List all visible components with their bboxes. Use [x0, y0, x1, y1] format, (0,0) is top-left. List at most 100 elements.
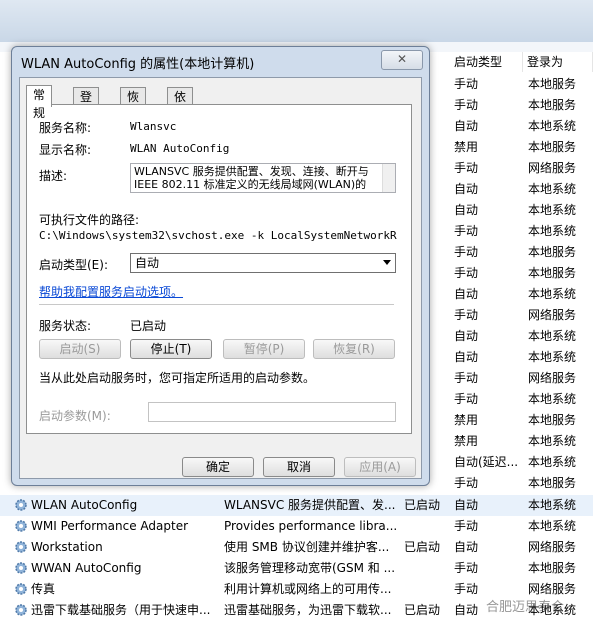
- start-params-label: 启动参数(M):: [39, 409, 111, 423]
- logon-cell: 本地系统: [528, 519, 577, 533]
- service-name-cell: Workstation: [31, 540, 103, 554]
- startup-type-cell: 自动: [454, 287, 479, 301]
- description-cell: 迅雷基础服务，为迅雷下载软...: [224, 603, 392, 617]
- startup-type-cell: 禁用: [454, 140, 479, 154]
- pause-button[interactable]: 暂停(P): [223, 339, 305, 359]
- startup-type-cell: 自动: [454, 498, 479, 512]
- startup-type-value: 自动: [135, 256, 160, 270]
- startup-type-select[interactable]: 自动: [130, 253, 396, 273]
- startup-type-cell: 手动: [454, 161, 479, 175]
- logon-cell: 本地服务: [528, 98, 577, 112]
- startup-type-cell: 手动: [454, 245, 479, 259]
- startup-type-cell: 手动: [454, 371, 479, 385]
- startup-type-cell: 禁用: [454, 434, 479, 448]
- description-cell: Provides performance libra...: [224, 519, 396, 533]
- logon-cell: 本地系统: [528, 203, 577, 217]
- display-name-label: 显示名称:: [39, 143, 92, 157]
- description-scrollbar[interactable]: [382, 164, 395, 192]
- logon-cell: 本地服务: [528, 561, 577, 575]
- logon-cell: 本地系统: [528, 119, 577, 133]
- start-button[interactable]: 启动(S): [39, 339, 121, 359]
- table-row[interactable]: WLAN AutoConfig WLANSVC 服务提供配置、发... 已启动 自动 本…: [0, 495, 593, 516]
- logon-cell: 本地服务: [528, 266, 577, 280]
- description-cell: 利用计算机或网络上的可用传...: [224, 582, 392, 596]
- divider: [39, 304, 394, 305]
- service-name-label: 服务名称:: [39, 121, 92, 135]
- logon-cell: 网络服务: [528, 371, 577, 385]
- status-label: 服务状态:: [39, 319, 92, 333]
- logon-cell: 网络服务: [528, 161, 577, 175]
- logon-cell: 本地系统: [528, 455, 577, 469]
- status-cell: 已启动: [404, 603, 441, 617]
- start-params-input[interactable]: [148, 402, 396, 422]
- logon-cell: 本地系统: [528, 224, 577, 238]
- gear-icon: [15, 541, 27, 553]
- service-name-cell: 迅雷下载基础服务（用于快速申...: [31, 603, 211, 617]
- logon-cell: 网络服务: [528, 308, 577, 322]
- logon-cell: 本地系统: [528, 434, 577, 448]
- dialog-client: 常规 登录 恢复 依存关系 服务名称: Wlansvc 显示名称: WLAN A…: [19, 77, 422, 479]
- logon-cell: 本地服务: [528, 77, 577, 91]
- watermark: 合肥迈思泰合: [486, 600, 565, 615]
- exe-path-value: C:\Windows\system32\svchost.exe -k Local…: [39, 229, 397, 242]
- description-text: WLANSVC 服务提供配置、发现、连接、断开与 IEEE 802.11 标准定…: [134, 165, 369, 191]
- dialog-title: WLAN AutoConfig 的属性(本地计算机): [21, 57, 255, 72]
- ok-button[interactable]: 确定: [182, 457, 254, 477]
- startup-type-cell: 手动: [454, 77, 479, 91]
- description-cell: 使用 SMB 协议创建并维护客...: [224, 540, 390, 554]
- gear-icon: [15, 520, 27, 532]
- column-header-logon-as[interactable]: 登录为: [523, 52, 593, 72]
- tab-general[interactable]: 常规: [26, 85, 53, 120]
- cancel-button[interactable]: 取消: [263, 457, 335, 477]
- logon-cell: 本地服务: [528, 245, 577, 259]
- logon-cell: 本地系统: [528, 287, 577, 301]
- close-button[interactable]: ✕: [381, 50, 423, 70]
- logon-cell: 网络服务: [528, 540, 577, 554]
- logon-cell: 本地服务: [528, 140, 577, 154]
- startup-type-cell: 手动: [454, 98, 479, 112]
- status-value: 已启动: [130, 319, 167, 333]
- table-row[interactable]: WWAN AutoConfig 该服务管理移动宽带(GSM 和 ... 手动 本地服务: [0, 558, 593, 579]
- table-row[interactable]: WMI Performance Adapter Provides performa…: [0, 516, 593, 537]
- gear-icon: [15, 562, 27, 574]
- description-cell: 该服务管理移动宽带(GSM 和 ...: [224, 561, 396, 575]
- close-icon: ✕: [396, 52, 408, 66]
- resume-button[interactable]: 恢复(R): [313, 339, 395, 359]
- logon-cell: 本地服务: [528, 476, 577, 490]
- status-cell: 已启动: [404, 498, 441, 512]
- startup-type-cell: 手动: [454, 308, 479, 322]
- service-name-cell: WMI Performance Adapter: [31, 519, 189, 533]
- logon-cell: 本地服务: [528, 413, 577, 427]
- exe-path-label: 可执行文件的路径:: [39, 213, 140, 227]
- column-header-startup-type[interactable]: 启动类型: [450, 52, 523, 72]
- start-params-hint: 当从此处启动服务时，您可指定所适用的启动参数。: [39, 371, 316, 385]
- startup-type-cell: 自动: [454, 119, 479, 133]
- apply-button[interactable]: 应用(A): [344, 457, 416, 477]
- startup-type-cell: 手动: [454, 266, 479, 280]
- table-row[interactable]: Workstation 使用 SMB 协议创建并维护客... 已启动 自动 网络服务: [0, 537, 593, 558]
- service-name-cell: WWAN AutoConfig: [31, 561, 142, 575]
- logon-cell: 本地系统: [528, 498, 577, 512]
- startup-type-label: 启动类型(E):: [39, 258, 108, 272]
- gear-icon: [15, 499, 27, 511]
- service-name-cell: WLAN AutoConfig: [31, 498, 138, 512]
- logon-cell: 本地系统: [528, 182, 577, 196]
- description-label: 描述:: [39, 169, 68, 183]
- startup-type-cell: 自动(延迟...: [454, 455, 519, 469]
- startup-type-cell: 手动: [454, 224, 479, 238]
- startup-type-cell: 手动: [454, 476, 479, 490]
- description-box[interactable]: WLANSVC 服务提供配置、发现、连接、断开与 IEEE 802.11 标准定…: [130, 163, 396, 193]
- service-name-value: Wlansvc: [130, 120, 177, 133]
- startup-type-cell: 禁用: [454, 413, 479, 427]
- status-cell: 已启动: [404, 540, 441, 554]
- startup-type-cell: 手动: [454, 561, 479, 575]
- chevron-down-icon: [383, 260, 391, 265]
- window-title-area: [0, 0, 593, 43]
- help-link[interactable]: 帮助我配置服务启动选项。: [39, 283, 183, 300]
- properties-dialog: WLAN AutoConfig 的属性(本地计算机) ✕ 常规 登录 恢复 依存…: [11, 46, 430, 486]
- stop-button[interactable]: 停止(T): [130, 339, 212, 359]
- description-cell: WLANSVC 服务提供配置、发...: [224, 498, 396, 512]
- startup-type-cell: 自动: [454, 329, 479, 343]
- gear-icon: [15, 604, 27, 616]
- general-panel: 服务名称: Wlansvc 显示名称: WLAN AutoConfig 描述: …: [26, 104, 412, 434]
